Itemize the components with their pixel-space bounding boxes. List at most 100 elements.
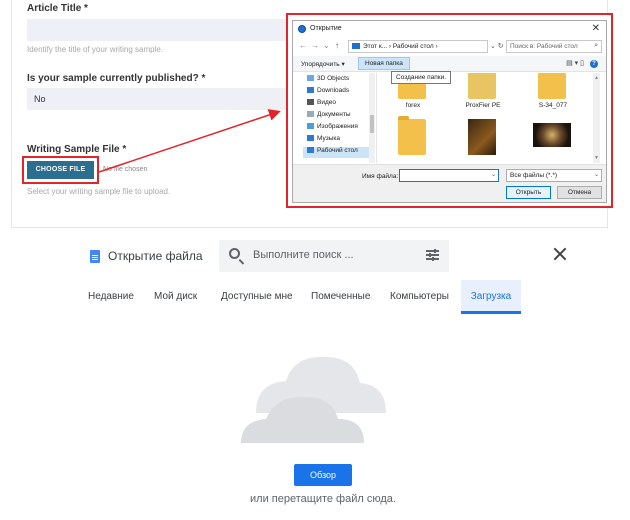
dialog-sidebar: 3D Objects Downloads Видео Документы Изо… xyxy=(293,73,377,163)
sidebar-scrollbar[interactable] xyxy=(369,73,375,163)
history-chevron-icon[interactable]: ⌄ xyxy=(323,41,330,50)
image-icon xyxy=(307,123,314,129)
dialog-navigation: ← → ⌄ ↑ Этот к... › Рабочий стол › ⌄ ↻ П… xyxy=(293,38,606,55)
drop-zone-text: или перетащите файл сюда. xyxy=(250,493,396,505)
tab-computers[interactable]: Компьютеры xyxy=(382,280,457,314)
sidebar-item-label: Изображения xyxy=(317,123,358,130)
up-arrow-icon[interactable]: ↑ xyxy=(335,41,339,50)
writing-sample-file-label: Writing Sample File * xyxy=(27,144,127,155)
sidebar-item-video[interactable]: Видео xyxy=(307,99,336,110)
sidebar-item-desktop[interactable]: Рабочий стол xyxy=(303,147,375,158)
article-title-input[interactable] xyxy=(27,19,289,41)
folder-icon xyxy=(538,73,566,99)
chrome-icon xyxy=(298,25,306,33)
image-folder-icon xyxy=(468,119,496,155)
form-left-border xyxy=(11,0,12,228)
no-file-chosen-text: No file chosen xyxy=(103,166,148,173)
sidebar-item-images[interactable]: Изображения xyxy=(307,123,358,134)
file-item-folder[interactable] xyxy=(383,116,443,159)
address-path: Этот к... › Рабочий стол › xyxy=(363,43,438,50)
view-options[interactable]: ▤ ▾ ▯? xyxy=(566,59,598,68)
article-title-hint: Identify the title of your writing sampl… xyxy=(27,45,164,54)
tab-upload[interactable]: Загрузка xyxy=(461,280,521,314)
scroll-down-icon[interactable]: ▼ xyxy=(594,155,599,161)
file-item-photo[interactable] xyxy=(523,119,583,159)
file-item-proxfier[interactable]: ProxFier PE xyxy=(453,73,513,113)
sidebar-item-label: Рабочий стол xyxy=(317,147,358,154)
tab-my-drive[interactable]: Мой диск xyxy=(146,280,205,314)
tab-recent[interactable]: Недавние xyxy=(80,280,142,314)
organize-menu[interactable]: Упорядочить ▾ xyxy=(301,60,345,68)
back-arrow-icon[interactable]: ← xyxy=(299,41,307,50)
dialog-toolbar: Упорядочить ▾ Новая папка ▤ ▾ ▯? xyxy=(293,56,606,72)
file-grid: forex ProxFier PE S-34_077 ▲ ▼ xyxy=(378,73,600,163)
dialog-title: Открытие xyxy=(310,25,342,32)
tab-shared-with-me[interactable]: Доступные мне xyxy=(213,280,301,314)
document-icon xyxy=(307,111,314,117)
search-icon: ⌕ xyxy=(594,42,598,49)
cloud-illustration xyxy=(241,356,386,443)
tab-starred[interactable]: Помеченные xyxy=(303,280,378,314)
new-folder-tooltip: Создание папки. xyxy=(391,71,452,84)
filename-label: Имя файла: xyxy=(362,173,399,180)
forward-arrow-icon[interactable]: → xyxy=(311,41,319,50)
folder-icon xyxy=(468,73,496,99)
photo-thumbnail xyxy=(533,123,571,147)
picker-search-placeholder: Выполните поиск ... xyxy=(253,249,354,261)
desktop-icon xyxy=(307,147,314,153)
file-grid-scrollbar[interactable]: ▲ ▼ xyxy=(593,73,600,163)
choose-file-button[interactable]: CHOOSE FILE xyxy=(27,161,94,179)
sidebar-item-label: Документы xyxy=(317,111,351,118)
cube-icon xyxy=(307,75,314,81)
picker-tabs: Недавние Мой диск Доступные мне Помеченн… xyxy=(0,280,630,314)
file-type-select[interactable]: Все файлы (*.*) ⌄ xyxy=(506,169,602,182)
folder-icon xyxy=(398,116,426,155)
file-type-value: Все файлы (*.*) xyxy=(510,172,558,179)
published-select[interactable]: No xyxy=(27,88,289,110)
download-icon xyxy=(307,87,314,93)
published-label: Is your sample currently published? * xyxy=(27,73,206,84)
help-icon[interactable]: ? xyxy=(590,60,598,68)
windows-open-dialog: Открытие ✕ ← → ⌄ ↑ Этот к... › Рабочий с… xyxy=(292,20,607,203)
sidebar-item-music[interactable]: Музыка xyxy=(307,135,340,146)
refresh-icon[interactable]: ⌄ ↻ xyxy=(490,42,504,50)
search-icon xyxy=(229,248,240,259)
cancel-button[interactable]: Отмена xyxy=(557,186,602,199)
chevron-down-icon: ⌄ xyxy=(593,172,599,178)
file-item-label: ProxFier PE xyxy=(465,102,501,109)
filter-options-icon[interactable] xyxy=(426,249,439,261)
address-bar[interactable]: Этот к... › Рабочий стол › xyxy=(348,40,488,53)
dialog-footer: Имя файла: ⌄ Все файлы (*.*) ⌄ Открыть От… xyxy=(293,164,606,202)
picker-close-icon[interactable] xyxy=(552,246,568,262)
sidebar-item-label: Downloads xyxy=(317,87,350,94)
scroll-up-icon[interactable]: ▲ xyxy=(594,75,599,81)
new-folder-button[interactable]: Новая папка xyxy=(358,57,410,70)
google-docs-icon xyxy=(90,250,100,263)
file-item-label: forex xyxy=(405,102,421,109)
music-icon xyxy=(307,135,314,141)
video-icon xyxy=(307,99,314,105)
chevron-down-icon[interactable]: ⌄ xyxy=(491,171,496,178)
dialog-search-input[interactable]: Поиск в: Рабочий стол ⌕ xyxy=(506,40,602,53)
sidebar-item-label: 3D Objects xyxy=(317,75,350,82)
file-item-dark-folder[interactable] xyxy=(453,119,513,159)
computer-icon xyxy=(352,43,360,49)
browse-button[interactable]: Обзор xyxy=(294,464,352,486)
sidebar-item-3d-objects[interactable]: 3D Objects xyxy=(307,75,349,86)
file-item-s34[interactable]: S-34_077 xyxy=(523,73,583,113)
article-title-label: Article Title * xyxy=(27,3,88,14)
open-button[interactable]: Открыть xyxy=(506,186,551,199)
sidebar-item-documents[interactable]: Документы xyxy=(307,111,351,122)
dialog-close-icon[interactable]: ✕ xyxy=(592,23,600,34)
picker-search-input[interactable]: Выполните поиск ... xyxy=(219,240,449,272)
google-file-picker: Открытие файла Выполните поиск ... Недав… xyxy=(0,228,630,520)
sidebar-item-label: Видео xyxy=(317,99,336,106)
sidebar-scroll-thumb[interactable] xyxy=(370,115,374,133)
sidebar-item-downloads[interactable]: Downloads xyxy=(307,87,349,98)
file-hint: Select your writing sample file to uploa… xyxy=(27,187,171,196)
file-item-label: S-34_077 xyxy=(538,102,568,109)
dialog-search-placeholder: Поиск в: Рабочий стол xyxy=(510,43,578,50)
dialog-titlebar: Открытие ✕ xyxy=(293,21,606,37)
choose-file-highlight: CHOOSE FILE xyxy=(22,156,99,184)
filename-input[interactable]: ⌄ xyxy=(399,169,499,182)
